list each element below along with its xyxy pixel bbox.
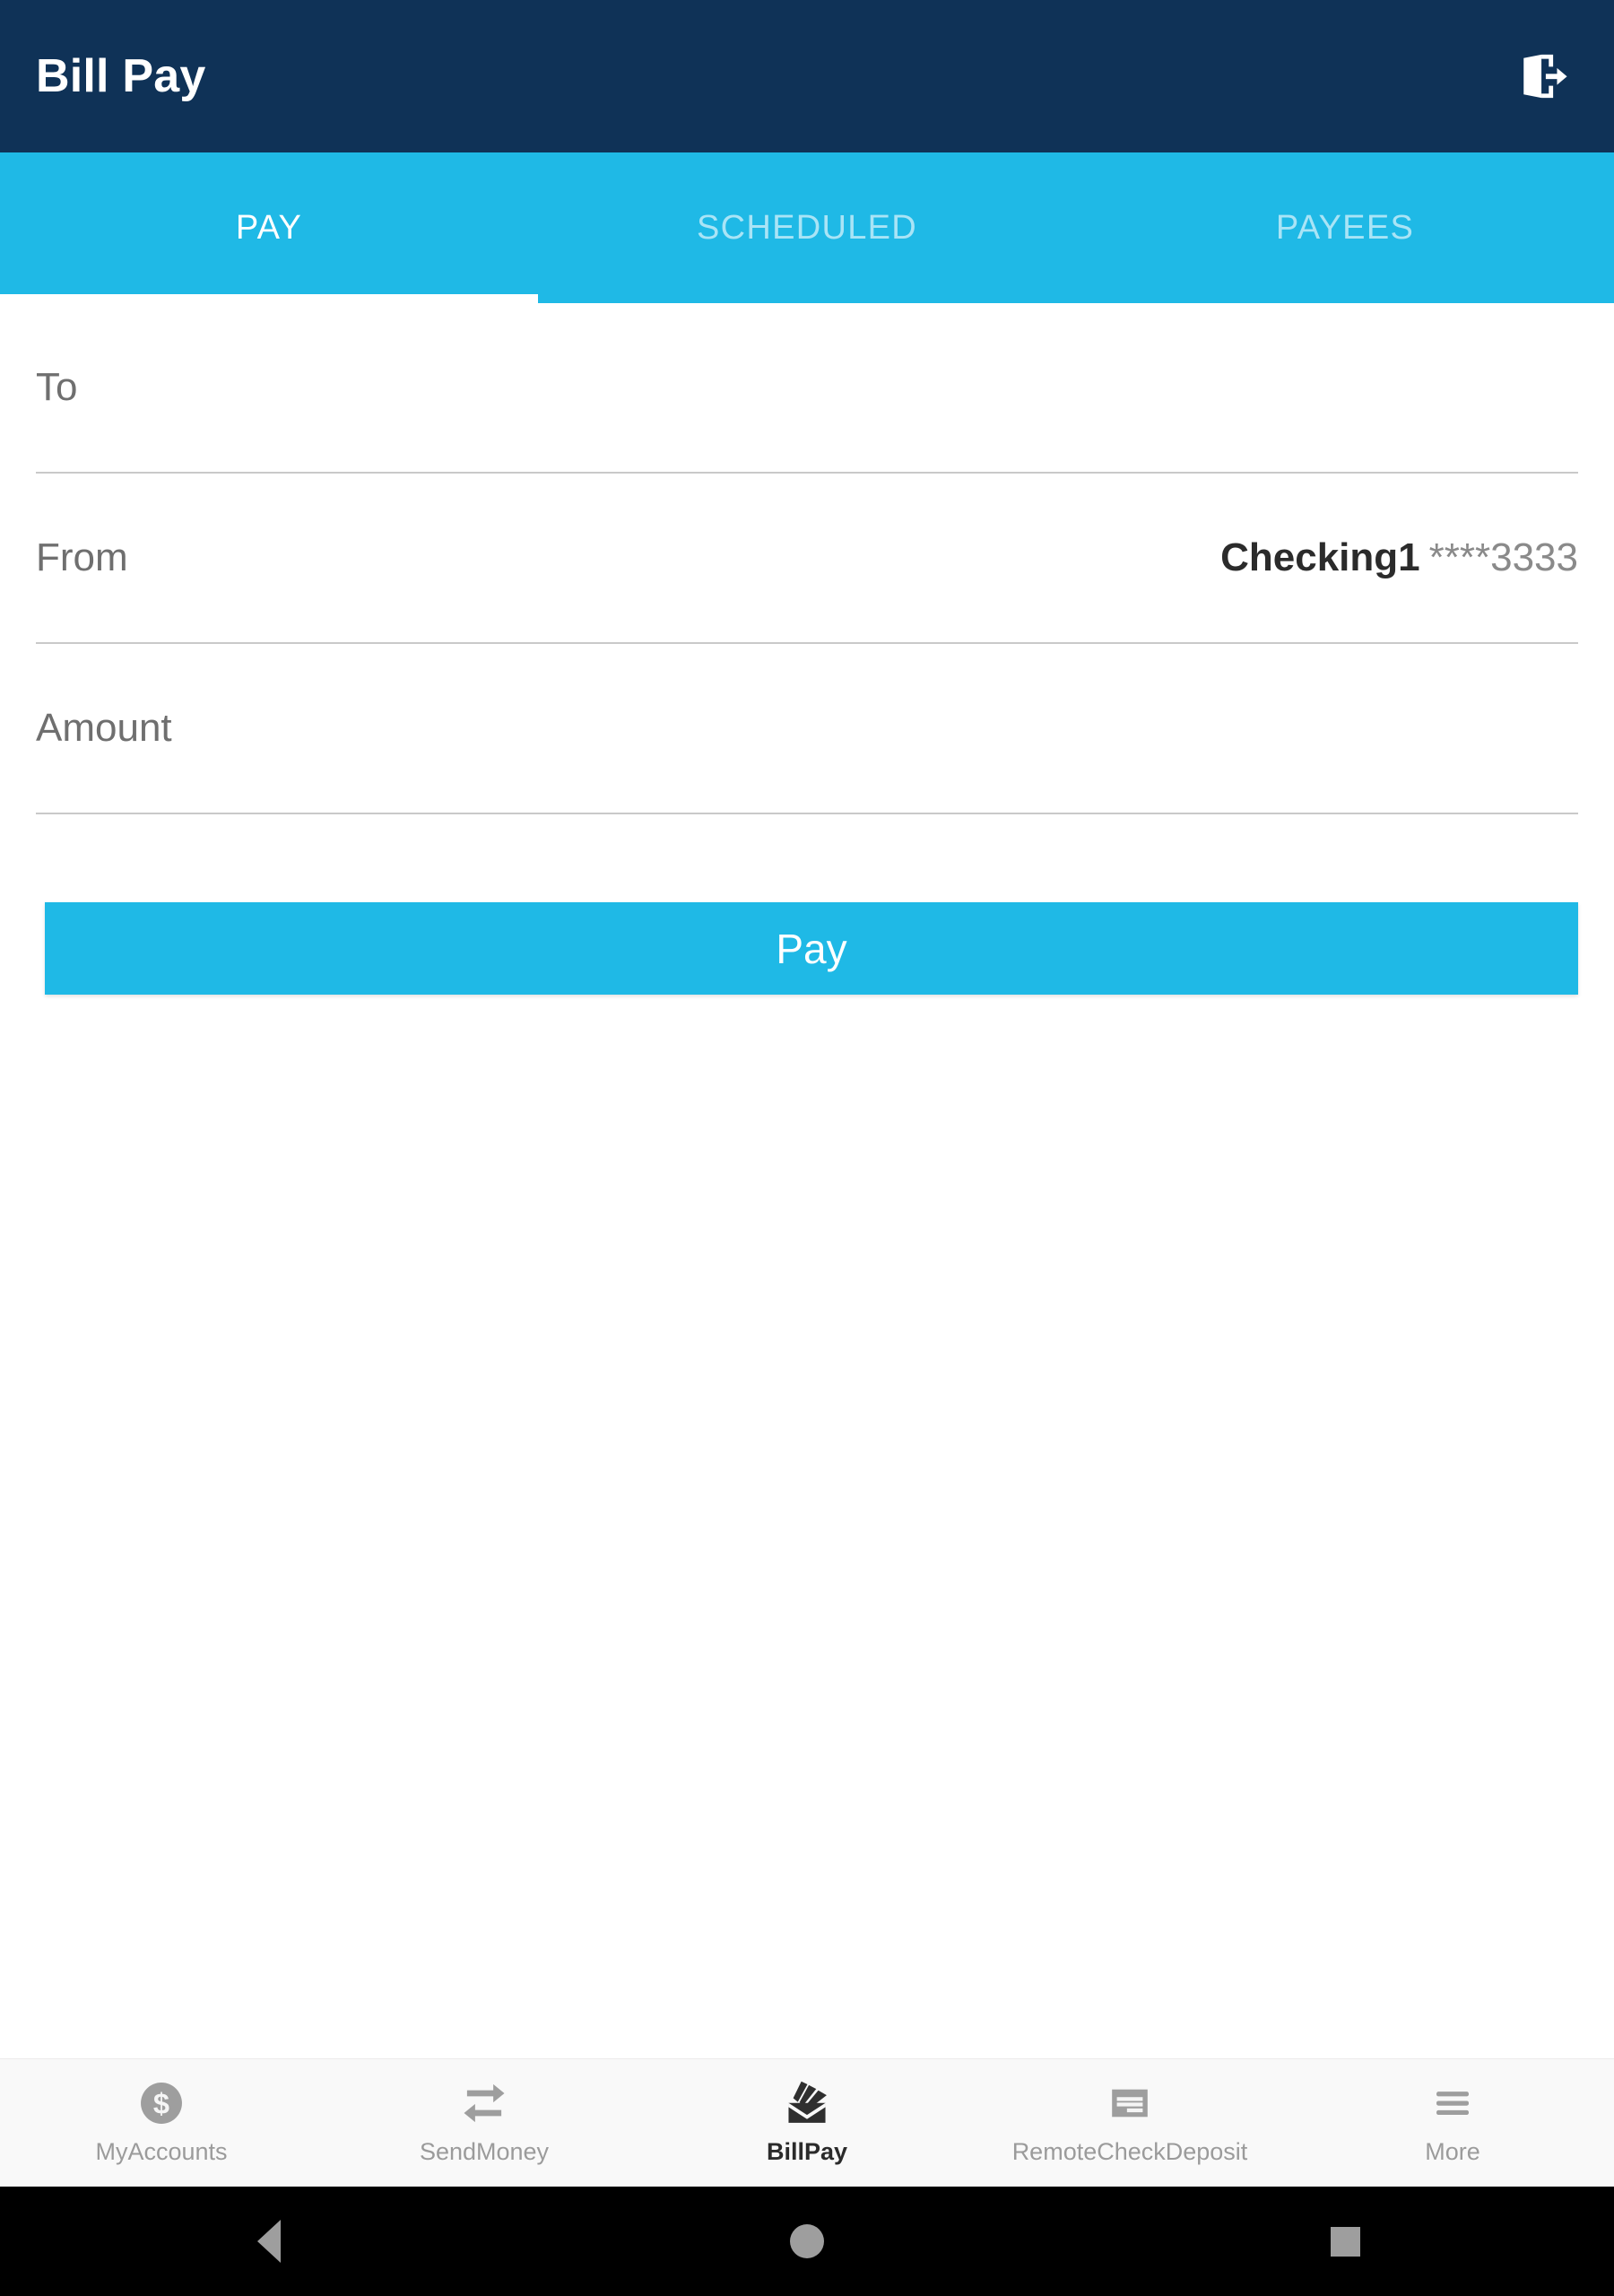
nav-item-sendmoney-label: SendMoney bbox=[419, 2138, 550, 2165]
envelope-documents-icon bbox=[782, 2075, 832, 2131]
svg-text:$: $ bbox=[153, 2087, 169, 2120]
dollar-coin-icon: $ bbox=[137, 2075, 186, 2131]
amount-field-row[interactable]: Amount bbox=[36, 644, 1578, 814]
tab-pay[interactable]: PAY bbox=[0, 152, 538, 303]
nav-item-remotecheckdeposit-label: RemoteCheckDeposit bbox=[1011, 2138, 1248, 2165]
tab-pay-label: PAY bbox=[235, 208, 303, 247]
tab-active-indicator bbox=[0, 294, 538, 303]
page-title: Bill Pay bbox=[36, 50, 206, 102]
nav-item-billpay-label: BillPay bbox=[766, 2138, 848, 2165]
to-field-label: To bbox=[36, 365, 78, 409]
tab-bar: PAY SCHEDULED PAYEES bbox=[0, 152, 1614, 303]
logout-button[interactable] bbox=[1505, 38, 1582, 115]
check-card-icon bbox=[1106, 2075, 1154, 2131]
amount-field-label: Amount bbox=[36, 706, 172, 750]
circle-home-icon bbox=[790, 2224, 824, 2258]
logout-exit-icon bbox=[1517, 50, 1569, 102]
tab-scheduled[interactable]: SCHEDULED bbox=[538, 152, 1076, 303]
bill-pay-screen: Bill Pay PAY SCHEDULED PAYEES To From Ch… bbox=[0, 0, 1614, 2296]
bottom-navigation: $ MyAccounts SendMoney BillPay RemoteChe… bbox=[0, 2058, 1614, 2187]
from-account-mask: ****3333 bbox=[1428, 535, 1578, 579]
from-field-value: Checking1 ****3333 bbox=[1220, 535, 1578, 580]
from-field-label: From bbox=[36, 535, 128, 579]
system-navigation-bar bbox=[0, 2187, 1614, 2296]
nav-item-more[interactable]: More bbox=[1291, 2059, 1614, 2187]
system-home-button[interactable] bbox=[672, 2224, 941, 2258]
nav-item-more-label: More bbox=[1425, 2138, 1480, 2165]
app-bar: Bill Pay bbox=[0, 0, 1614, 152]
nav-item-sendmoney[interactable]: SendMoney bbox=[323, 2059, 646, 2187]
nav-item-myaccounts[interactable]: $ MyAccounts bbox=[0, 2059, 323, 2187]
from-account-name: Checking1 bbox=[1220, 535, 1420, 579]
transfer-arrows-icon bbox=[460, 2075, 508, 2131]
square-recents-icon bbox=[1330, 2226, 1360, 2257]
tab-scheduled-label: SCHEDULED bbox=[696, 208, 918, 247]
triangle-back-icon bbox=[257, 2220, 281, 2263]
tab-payees-label: PAYEES bbox=[1275, 208, 1415, 247]
bill-pay-form: To From Checking1 ****3333 Amount Pay bbox=[0, 303, 1614, 995]
system-recents-button[interactable] bbox=[1210, 2226, 1480, 2257]
tab-payees[interactable]: PAYEES bbox=[1076, 152, 1614, 303]
to-field-row[interactable]: To bbox=[36, 303, 1578, 474]
from-field-row[interactable]: From Checking1 ****3333 bbox=[36, 474, 1578, 644]
pay-submit-button[interactable]: Pay bbox=[45, 902, 1578, 995]
nav-item-myaccounts-label: MyAccounts bbox=[95, 2138, 228, 2165]
hamburger-menu-icon bbox=[1428, 2075, 1477, 2131]
system-back-button[interactable] bbox=[134, 2220, 404, 2263]
nav-item-remotecheckdeposit[interactable]: RemoteCheckDeposit bbox=[968, 2059, 1291, 2187]
nav-item-billpay[interactable]: BillPay bbox=[646, 2059, 968, 2187]
